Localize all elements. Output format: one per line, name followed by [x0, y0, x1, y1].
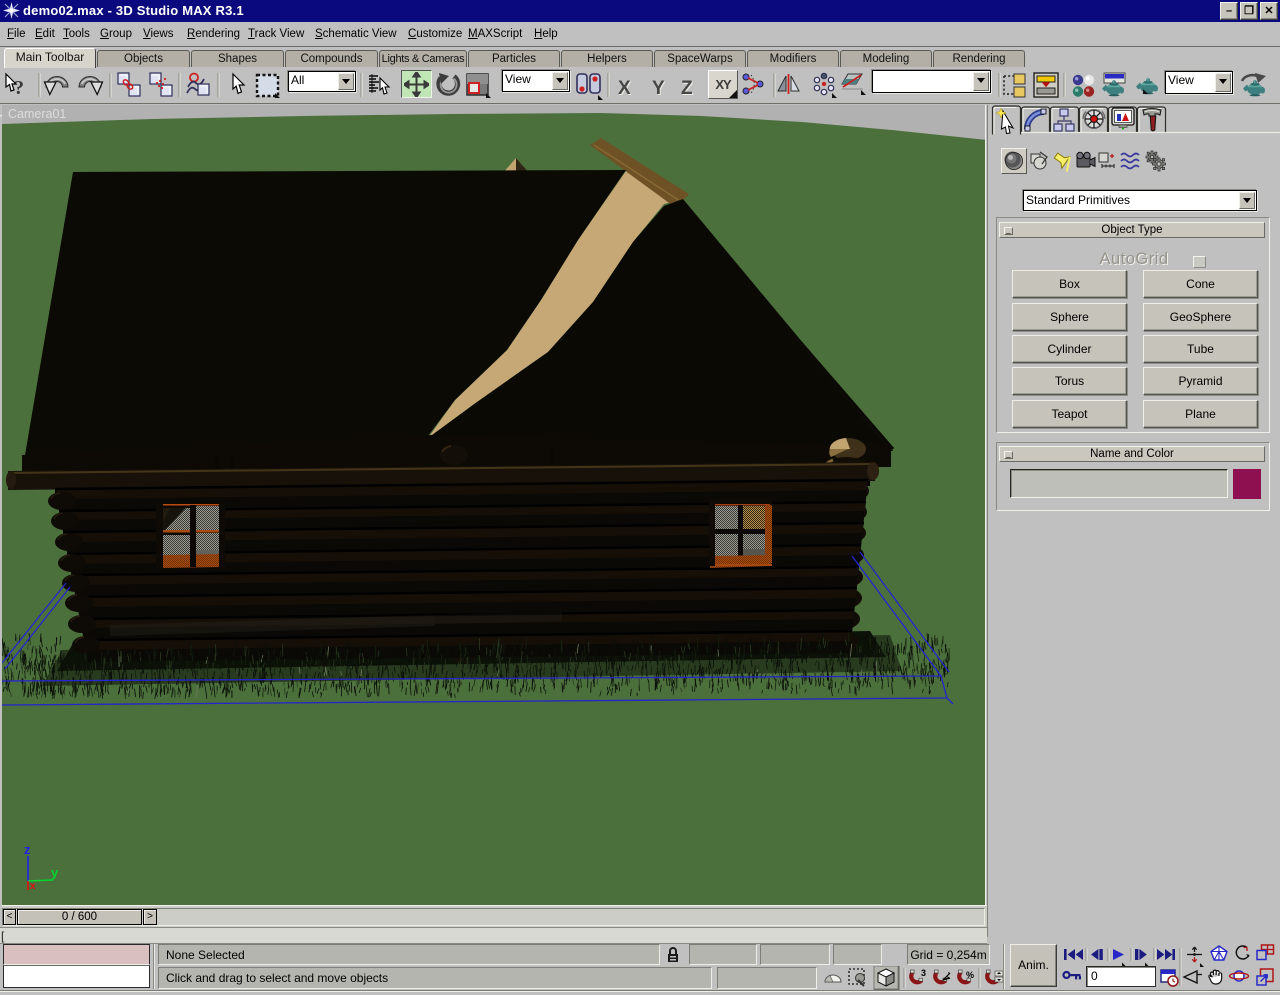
- svg-text:Z: Z: [681, 78, 693, 99]
- svg-text:x: x: [30, 881, 36, 892]
- svg-text:Y: Y: [652, 78, 665, 99]
- svg-text:y: y: [51, 865, 59, 880]
- svg-text:X: X: [618, 78, 631, 99]
- svg-text:z: z: [24, 842, 31, 857]
- svg-text:3: 3: [921, 968, 926, 978]
- svg-text:%: %: [966, 970, 974, 980]
- svg-text:?: ?: [14, 77, 24, 99]
